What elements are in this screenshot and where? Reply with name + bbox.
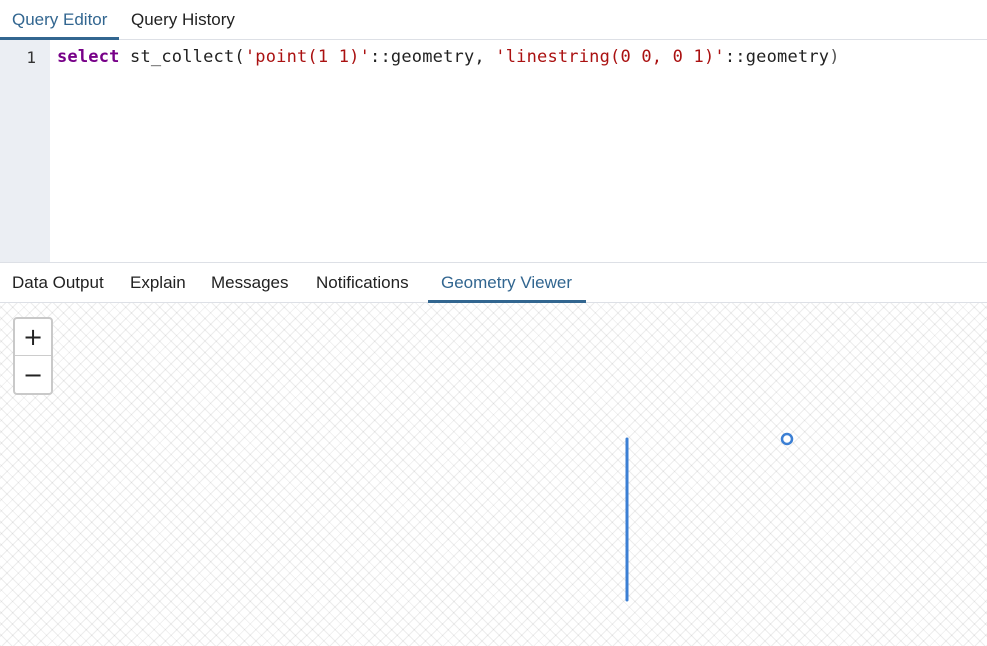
results-tabbar: Data Output Explain Messages Notificatio… — [0, 262, 987, 303]
tab-data-output[interactable]: Data Output — [12, 263, 104, 302]
editor-tabbar: Query Editor Query History — [0, 0, 987, 40]
line-number-gutter: 1 — [0, 40, 50, 262]
line-number: 1 — [26, 48, 36, 67]
sql-function: st_collect( — [119, 47, 245, 67]
sql-punctuation: ) — [829, 47, 840, 67]
tab-query-editor[interactable]: Query Editor — [12, 0, 107, 40]
geometry-viewer-map[interactable]: + − — [0, 303, 987, 646]
code-line[interactable]: select st_collect('point(1 1)'::geometry… — [57, 47, 840, 67]
sql-keyword: select — [57, 47, 120, 67]
sql-string-literal: 'linestring(0 0, 0 1)' — [495, 47, 725, 67]
geometry-layer — [625, 432, 794, 602]
sql-editor[interactable]: 1 select st_collect('point(1 1)'::geomet… — [0, 40, 987, 262]
sql-cast: ::geometry, — [370, 47, 496, 67]
tab-messages[interactable]: Messages — [211, 263, 288, 302]
point-feature[interactable] — [780, 432, 794, 446]
tab-geometry-viewer[interactable]: Geometry Viewer — [441, 263, 572, 302]
tab-query-history[interactable]: Query History — [131, 0, 235, 40]
sql-string-literal: 'point(1 1)' — [244, 47, 371, 67]
sql-cast: ::geometry — [724, 47, 830, 67]
tab-notifications[interactable]: Notifications — [316, 263, 409, 302]
tab-explain[interactable]: Explain — [130, 263, 186, 302]
